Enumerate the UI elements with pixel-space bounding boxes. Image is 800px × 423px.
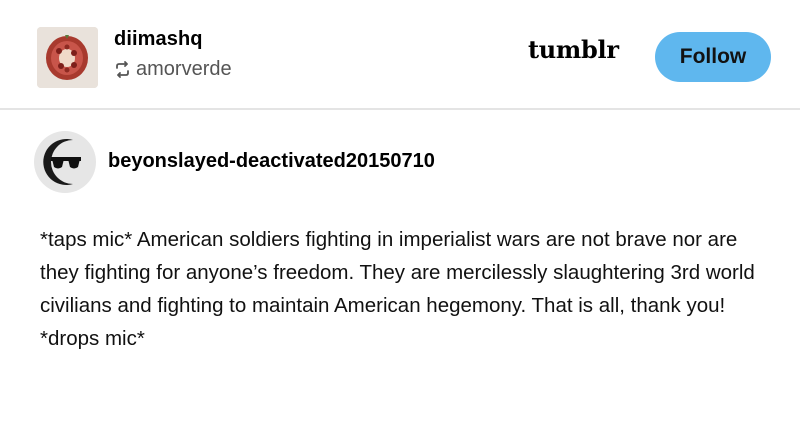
reblogged-from-username[interactable]: amorverde (136, 58, 232, 81)
reblogger-username[interactable]: diimashq (114, 28, 203, 51)
post-author-username[interactable]: beyonslayed-deactivated20150710 (108, 150, 435, 173)
post-text: *taps mic* American soldiers fighting in… (40, 228, 755, 350)
reblogger-avatar[interactable] (37, 27, 98, 88)
tumblr-logo[interactable]: tumblr (528, 35, 619, 64)
post-header: diimashq amorverde tumblr Follow (0, 0, 800, 110)
post-author-avatar[interactable] (33, 130, 97, 194)
sunglasses-avatar-icon (34, 131, 96, 193)
reblogged-from: amorverde (114, 58, 232, 81)
post-content: *taps mic* American soldiers fighting in… (40, 223, 780, 355)
reblog-icon (116, 61, 129, 78)
follow-button[interactable]: Follow (655, 32, 771, 82)
pomegranate-avatar-icon (37, 27, 98, 88)
